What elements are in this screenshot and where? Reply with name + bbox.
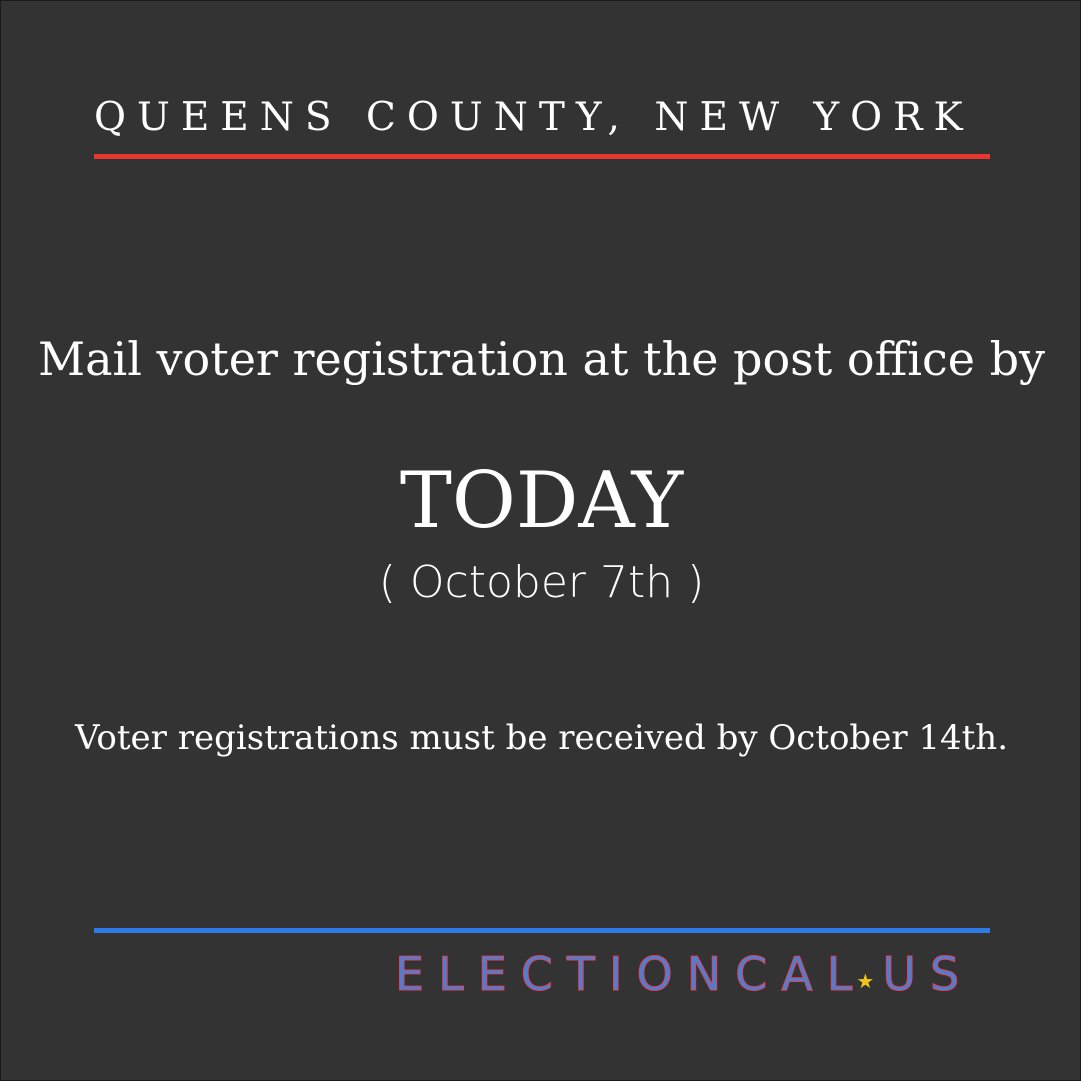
receipt-deadline-note: Voter registrations must be received by …	[74, 718, 1009, 758]
graphic-canvas: QUEENS COUNTY, NEW YORK Mail voter regis…	[0, 0, 1081, 1081]
top-divider	[94, 154, 990, 159]
brand-logo: ELECTIONCAL ★ US	[394, 947, 995, 1002]
brand-name: ELECTIONCAL	[394, 947, 867, 1002]
deadline-date: ( October 7th )	[378, 557, 705, 608]
bottom-divider	[94, 928, 990, 933]
location-title: QUEENS COUNTY, NEW YORK	[94, 95, 974, 140]
headline-text: Mail voter registration at the post offi…	[37, 332, 1046, 386]
star-icon: ★	[856, 969, 875, 993]
brand-tld: US	[882, 947, 974, 1002]
deadline-label: TODAY	[399, 456, 684, 546]
